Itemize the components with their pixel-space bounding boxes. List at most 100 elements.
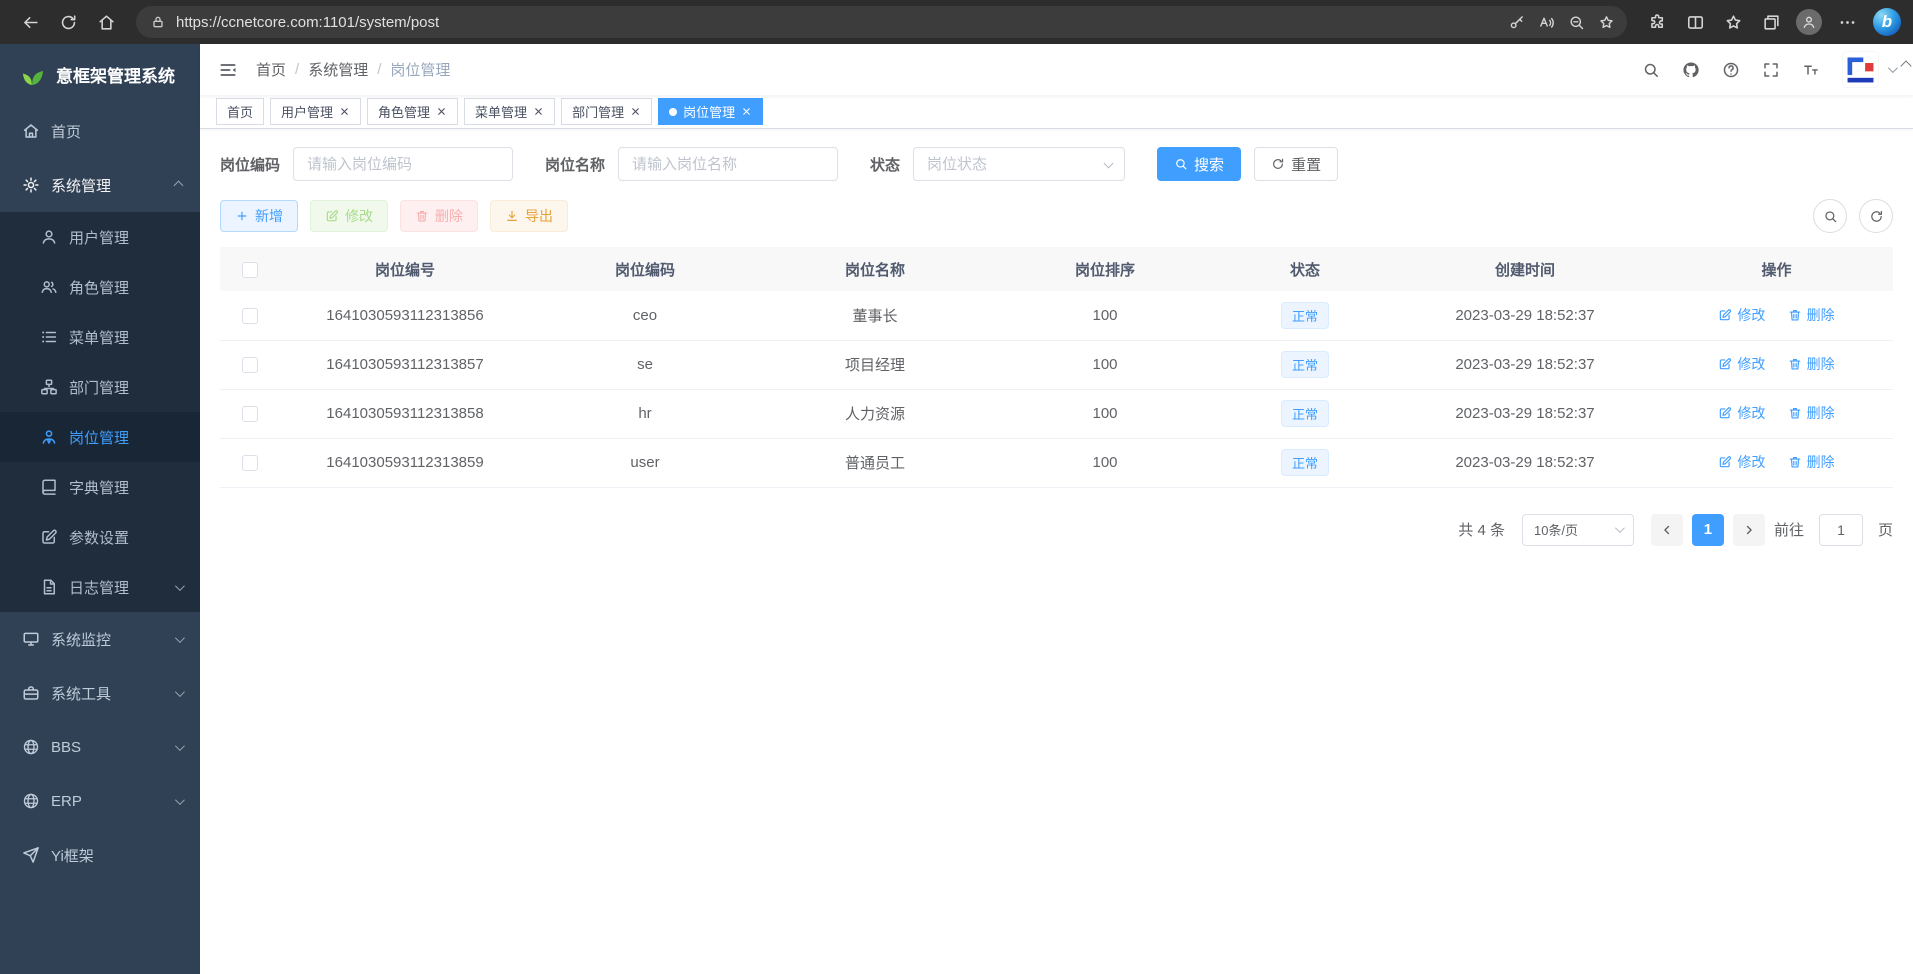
row-checkbox[interactable]: [242, 357, 258, 373]
favorites-bar-icon[interactable]: [1715, 4, 1751, 40]
goto-label: 前往: [1774, 519, 1804, 540]
sidebar-item[interactable]: 首页: [0, 104, 200, 158]
cell-post-sort: 100: [990, 438, 1220, 487]
tab[interactable]: 部门管理: [561, 98, 652, 125]
browser-back-button[interactable]: [12, 4, 48, 40]
select-all-checkbox[interactable]: [242, 262, 258, 278]
sidebar-item[interactable]: 岗位管理: [0, 412, 200, 462]
goto-page-input[interactable]: [1819, 514, 1863, 546]
menu-item-icon: [40, 578, 58, 596]
next-page-button[interactable]: [1733, 514, 1765, 546]
sidebar-item[interactable]: ERP: [0, 774, 200, 828]
search-icon: [1174, 157, 1188, 171]
edit-button[interactable]: 修改: [310, 200, 388, 232]
page-size-value: 10条/页: [1534, 520, 1578, 539]
prev-page-button[interactable]: [1651, 514, 1683, 546]
add-button[interactable]: 新增: [220, 200, 298, 232]
tab[interactable]: 岗位管理: [658, 98, 763, 125]
post-name-input[interactable]: [618, 147, 838, 181]
menu-item-icon: [22, 846, 40, 864]
sidebar-item[interactable]: 参数设置: [0, 512, 200, 562]
status-select[interactable]: [913, 147, 1125, 181]
tab-label: 岗位管理: [683, 102, 735, 121]
cell-post-name: 人力资源: [760, 389, 990, 438]
sidebar-item[interactable]: 角色管理: [0, 262, 200, 312]
sidebar-item[interactable]: 用户管理: [0, 212, 200, 262]
page-number-button[interactable]: 1: [1692, 514, 1724, 546]
favorite-star-icon[interactable]: [1591, 7, 1621, 37]
browser-profile-avatar[interactable]: [1791, 4, 1827, 40]
search-button[interactable]: 搜索: [1157, 147, 1241, 181]
tab-close-icon[interactable]: [630, 106, 641, 117]
main-panel: 首页 / 系统管理 / 岗位管理: [200, 44, 1913, 974]
delete-button-label: 删除: [435, 206, 463, 226]
zoom-out-icon[interactable]: [1561, 7, 1591, 37]
cell-post-name: 董事长: [760, 291, 990, 340]
toggle-search-button[interactable]: [1813, 199, 1847, 233]
row-edit-link[interactable]: 修改: [1718, 354, 1765, 374]
font-size-icon[interactable]: [1802, 61, 1820, 79]
column-header: 创建时间: [1390, 247, 1660, 291]
row-delete-link[interactable]: 删除: [1788, 305, 1835, 325]
tab-close-icon[interactable]: [533, 106, 544, 117]
password-key-icon[interactable]: [1501, 7, 1531, 37]
url-text[interactable]: https://ccnetcore.com:1101/system/post: [176, 14, 1501, 31]
tab[interactable]: 用户管理: [270, 98, 361, 125]
sidebar-item[interactable]: 日志管理: [0, 562, 200, 612]
menu-item-label: 角色管理: [69, 277, 129, 298]
read-aloud-icon[interactable]: [1531, 7, 1561, 37]
browser-refresh-button[interactable]: [50, 4, 86, 40]
row-delete-label: 删除: [1807, 452, 1835, 472]
post-code-input[interactable]: [293, 147, 513, 181]
row-delete-link[interactable]: 删除: [1788, 452, 1835, 472]
sidebar-item[interactable]: Yi框架: [0, 828, 200, 882]
address-bar[interactable]: https://ccnetcore.com:1101/system/post: [136, 6, 1627, 38]
delete-button[interactable]: 删除: [400, 200, 478, 232]
row-edit-link[interactable]: 修改: [1718, 452, 1765, 472]
row-edit-link[interactable]: 修改: [1718, 403, 1765, 423]
browser-home-button[interactable]: [88, 4, 124, 40]
row-delete-link[interactable]: 删除: [1788, 403, 1835, 423]
header-search-icon[interactable]: [1642, 61, 1660, 79]
breadcrumb-home[interactable]: 首页: [256, 59, 286, 80]
app-logo[interactable]: 意框架管理系统: [0, 44, 200, 104]
tab-close-icon[interactable]: [339, 106, 350, 117]
sidebar-toggle-icon[interactable]: [218, 60, 238, 80]
sidebar-item[interactable]: 部门管理: [0, 362, 200, 412]
scrollbar-up-arrow-icon[interactable]: [1902, 62, 1910, 70]
row-checkbox[interactable]: [242, 308, 258, 324]
tab-close-icon[interactable]: [436, 106, 447, 117]
sidebar-item[interactable]: 字典管理: [0, 462, 200, 512]
export-button[interactable]: 导出: [490, 200, 568, 232]
page-size-select[interactable]: 10条/页: [1522, 514, 1634, 546]
bing-icon[interactable]: b: [1873, 8, 1901, 36]
sidebar-item[interactable]: 系统监控: [0, 612, 200, 666]
refresh-table-button[interactable]: [1859, 199, 1893, 233]
sidebar-item[interactable]: 菜单管理: [0, 312, 200, 362]
sidebar-item[interactable]: 系统工具: [0, 666, 200, 720]
menu-item-label: 系统管理: [51, 175, 111, 196]
row-checkbox[interactable]: [242, 406, 258, 422]
split-screen-icon[interactable]: [1677, 4, 1713, 40]
user-avatar-menu[interactable]: [1842, 51, 1895, 88]
menu-item-icon: [22, 738, 40, 756]
browser-more-menu-icon[interactable]: [1829, 4, 1865, 40]
extensions-icon[interactable]: [1639, 4, 1675, 40]
row-checkbox[interactable]: [242, 455, 258, 471]
tab-close-icon[interactable]: [741, 106, 752, 117]
menu-item-label: 日志管理: [69, 577, 129, 598]
help-question-icon[interactable]: [1722, 61, 1740, 79]
tab[interactable]: 首页: [216, 98, 264, 125]
reset-button[interactable]: 重置: [1254, 147, 1338, 181]
fullscreen-icon[interactable]: [1762, 61, 1780, 79]
tab[interactable]: 菜单管理: [464, 98, 555, 125]
tab[interactable]: 角色管理: [367, 98, 458, 125]
caret-down-icon: [1888, 63, 1898, 73]
row-delete-link[interactable]: 删除: [1788, 354, 1835, 374]
github-icon[interactable]: [1682, 61, 1700, 79]
row-edit-link[interactable]: 修改: [1718, 305, 1765, 325]
sidebar-item[interactable]: 系统管理: [0, 158, 200, 212]
collections-icon[interactable]: [1753, 4, 1789, 40]
sidebar-item[interactable]: BBS: [0, 720, 200, 774]
breadcrumb-system[interactable]: 系统管理: [308, 59, 368, 80]
